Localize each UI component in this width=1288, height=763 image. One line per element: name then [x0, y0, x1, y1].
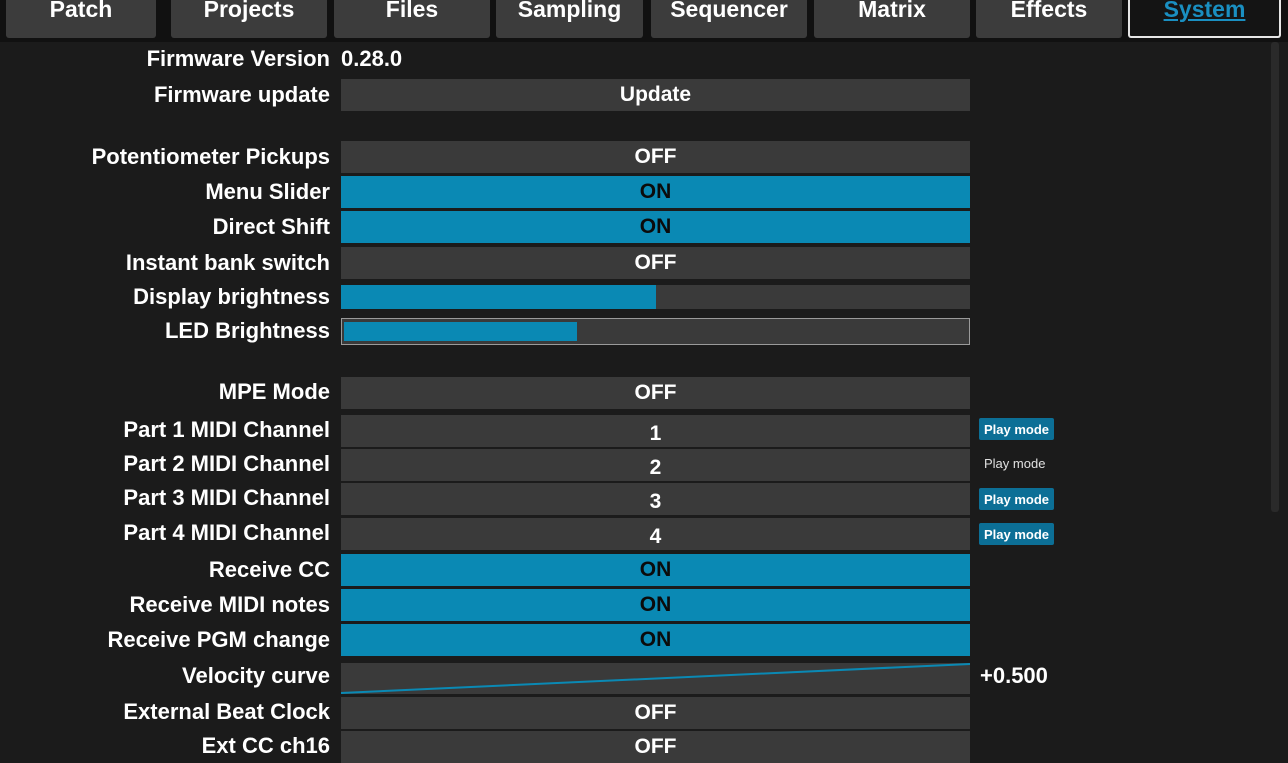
tab-label: Projects	[203, 0, 295, 22]
toggle-value: ON	[639, 215, 672, 238]
part3-play-mode-badge[interactable]: Play mode	[979, 488, 1055, 510]
part1-play-mode-badge[interactable]: Play mode	[979, 418, 1055, 440]
part1-midi-channel-field[interactable]: 1	[341, 415, 970, 447]
external-beat-clock-toggle[interactable]: OFF	[341, 697, 970, 729]
tab-label: System	[1163, 0, 1246, 22]
part3-midi-channel-label: Part 3 MIDI Channel	[123, 485, 330, 510]
tab-files[interactable]: Files	[334, 0, 490, 38]
velocity-curve-label: Velocity curve	[182, 663, 330, 688]
receive-cc-toggle[interactable]: ON	[341, 554, 970, 586]
tab-effects[interactable]: Effects	[976, 0, 1122, 38]
channel-value: 2	[649, 456, 662, 479]
receive-pgm-change-toggle[interactable]: ON	[341, 624, 970, 656]
receive-pgm-change-label: Receive PGM change	[107, 627, 330, 652]
channel-value: 1	[649, 422, 662, 445]
velocity-curve-line	[341, 663, 970, 694]
channel-value: 3	[649, 490, 662, 513]
receive-midi-notes-label: Receive MIDI notes	[129, 592, 330, 617]
scrollbar[interactable]	[1271, 42, 1279, 512]
tab-bar: Patch Projects Files Sampling Sequencer …	[0, 0, 1288, 42]
firmware-update-label: Firmware update	[153, 82, 330, 107]
toggle-value: ON	[639, 180, 672, 203]
channel-value: 4	[649, 525, 662, 548]
velocity-curve-value: +0.500	[980, 663, 1048, 688]
toggle-value: ON	[639, 628, 672, 651]
mpe-mode-toggle[interactable]: OFF	[341, 377, 970, 409]
external-beat-clock-label: External Beat Clock	[123, 699, 330, 724]
part4-play-mode-badge[interactable]: Play mode	[979, 523, 1055, 545]
ext-cc-ch16-toggle[interactable]: OFF	[341, 731, 970, 763]
tab-system[interactable]: System	[1128, 0, 1281, 38]
led-brightness-label: LED Brightness	[164, 318, 330, 343]
toggle-value: ON	[639, 558, 672, 581]
led-brightness-slider[interactable]	[341, 318, 970, 345]
potentiometer-pickups-label: Potentiometer Pickups	[91, 144, 330, 169]
part4-midi-channel-label: Part 4 MIDI Channel	[123, 520, 330, 545]
toggle-value: OFF	[634, 145, 677, 168]
menu-slider-label: Menu Slider	[205, 179, 330, 204]
tab-label: Matrix	[858, 0, 926, 22]
firmware-version-label: Firmware Version	[146, 46, 330, 71]
toggle-value: ON	[639, 593, 672, 616]
mpe-mode-label: MPE Mode	[218, 379, 330, 404]
tab-matrix[interactable]: Matrix	[814, 0, 970, 38]
firmware-version-value: 0.28.0	[341, 46, 403, 71]
part2-midi-channel-field[interactable]: 2	[341, 449, 970, 481]
display-brightness-fill	[341, 285, 656, 309]
part2-midi-channel-label: Part 2 MIDI Channel	[123, 451, 330, 476]
receive-cc-label: Receive CC	[208, 557, 330, 582]
toggle-value: OFF	[634, 381, 677, 404]
tab-projects[interactable]: Projects	[171, 0, 327, 38]
led-brightness-fill	[344, 322, 578, 341]
tab-label: Sampling	[517, 0, 622, 22]
tab-sequencer[interactable]: Sequencer	[651, 0, 807, 38]
direct-shift-toggle[interactable]: ON	[341, 211, 970, 243]
part1-midi-channel-label: Part 1 MIDI Channel	[123, 417, 330, 442]
instant-bank-switch-label: Instant bank switch	[125, 250, 330, 275]
part3-midi-channel-field[interactable]: 3	[341, 483, 970, 515]
tab-patch[interactable]: Patch	[6, 0, 156, 38]
part4-midi-channel-field[interactable]: 4	[341, 518, 970, 550]
receive-midi-notes-toggle[interactable]: ON	[341, 589, 970, 621]
firmware-update-button[interactable]: Update	[341, 79, 970, 111]
potentiometer-pickups-toggle[interactable]: OFF	[341, 141, 970, 173]
tab-label: Patch	[49, 0, 113, 22]
toggle-value: OFF	[634, 251, 677, 274]
tab-sampling[interactable]: Sampling	[496, 0, 643, 38]
instant-bank-switch-toggle[interactable]: OFF	[341, 247, 970, 279]
tab-label: Effects	[1010, 0, 1088, 22]
tab-label: Files	[385, 0, 439, 22]
toggle-value: OFF	[634, 701, 677, 724]
part2-play-mode-badge[interactable]: Play mode	[979, 452, 1050, 474]
firmware-update-button-label: Update	[619, 83, 692, 106]
toggle-value: OFF	[634, 735, 677, 758]
display-brightness-slider[interactable]	[341, 285, 970, 309]
tab-label: Sequencer	[670, 0, 788, 22]
display-brightness-label: Display brightness	[133, 284, 330, 309]
menu-slider-toggle[interactable]: ON	[341, 176, 970, 208]
direct-shift-label: Direct Shift	[212, 214, 330, 239]
